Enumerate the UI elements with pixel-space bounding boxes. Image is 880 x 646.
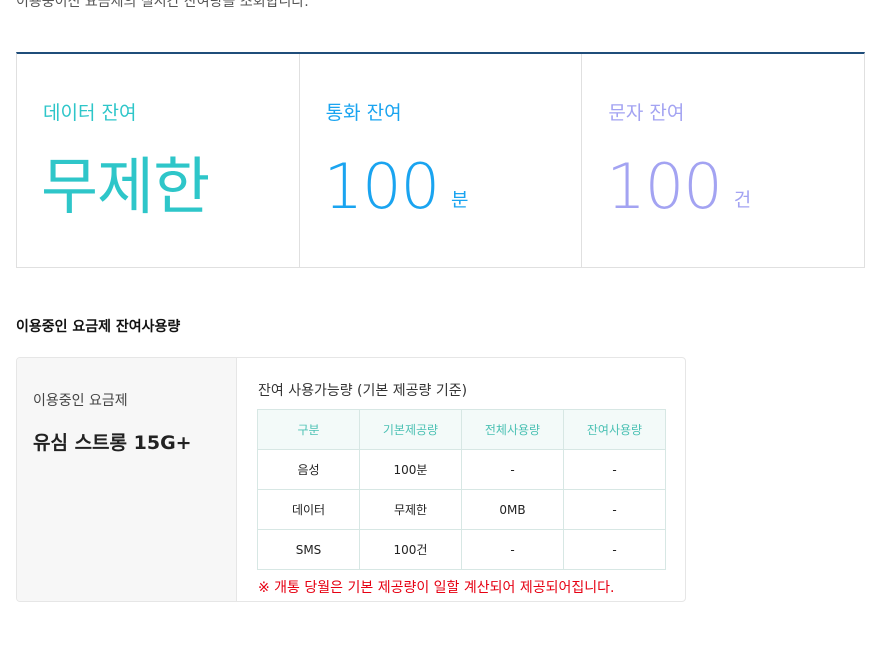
table-cell: SMS [257, 529, 360, 570]
table-cell: 100건 [359, 529, 462, 570]
data-remaining-card: 데이터 잔여 무제한 [17, 54, 300, 267]
data-remaining-value: 무제한 [41, 150, 210, 223]
table-cell: - [563, 529, 666, 570]
sms-unit: 건 [733, 189, 752, 211]
table-cell: 음성 [257, 449, 360, 490]
table-cell: - [461, 529, 564, 570]
sms-remaining-value: 100 건 [606, 150, 752, 223]
data-remaining-label: 데이터 잔여 [43, 102, 137, 124]
table-cell: - [563, 489, 666, 530]
table-cell: 0MB [461, 489, 564, 530]
usage-caption: 잔여 사용가능량 (기본 제공량 기준) [258, 383, 468, 399]
column-header: 구분 [257, 409, 360, 450]
current-plan-panel: 이용중인 요금제 유심 스트롱 15G+ [17, 358, 237, 601]
table-cell: 데이터 [257, 489, 360, 530]
usage-panel: 잔여 사용가능량 (기본 제공량 기준) 구분 기본제공량 전체사용량 잔여사용… [237, 358, 685, 601]
billing-notice: ※ 개통 당월은 기본 제공량이 일할 계산되어 제공되어집니다. [258, 580, 615, 596]
voice-remaining-label: 통화 잔여 [325, 102, 402, 124]
remaining-summary: 데이터 잔여 무제한 통화 잔여 100 분 문자 잔여 100 건 [16, 52, 865, 268]
column-header: 기본제공량 [359, 409, 462, 450]
voice-remaining-card: 통화 잔여 100 분 [300, 54, 583, 267]
current-plan-label: 이용중인 요금제 [33, 393, 128, 409]
table-row: 데이터 무제한 0MB - [257, 489, 666, 530]
column-header: 잔여사용량 [563, 409, 666, 450]
sms-remaining-card: 문자 잔여 100 건 [582, 54, 864, 267]
plan-usage-box: 이용중인 요금제 유심 스트롱 15G+ 잔여 사용가능량 (기본 제공량 기준… [16, 357, 686, 602]
voice-unit: 분 [451, 189, 469, 211]
usage-table: 구분 기본제공량 전체사용량 잔여사용량 음성 100분 - - 데이터 무제한… [257, 409, 666, 570]
table-header-row: 구분 기본제공량 전체사용량 잔여사용량 [257, 409, 666, 450]
page-description: 이용중이신 요금제의 실시간 잔여량을 조회합니다. [16, 0, 309, 10]
table-cell: - [461, 449, 564, 490]
column-header: 전체사용량 [461, 409, 564, 450]
sms-remaining-label: 문자 잔여 [608, 102, 685, 124]
table-cell: - [563, 449, 666, 490]
section-title: 이용중인 요금제 잔여사용량 [16, 319, 181, 335]
current-plan-name: 유심 스트롱 15G+ [33, 432, 192, 454]
table-cell: 100분 [359, 449, 462, 490]
table-row: 음성 100분 - - [257, 449, 666, 490]
table-row: SMS 100건 - - [257, 529, 666, 570]
voice-remaining-value: 100 분 [323, 150, 469, 223]
table-cell: 무제한 [359, 489, 462, 530]
